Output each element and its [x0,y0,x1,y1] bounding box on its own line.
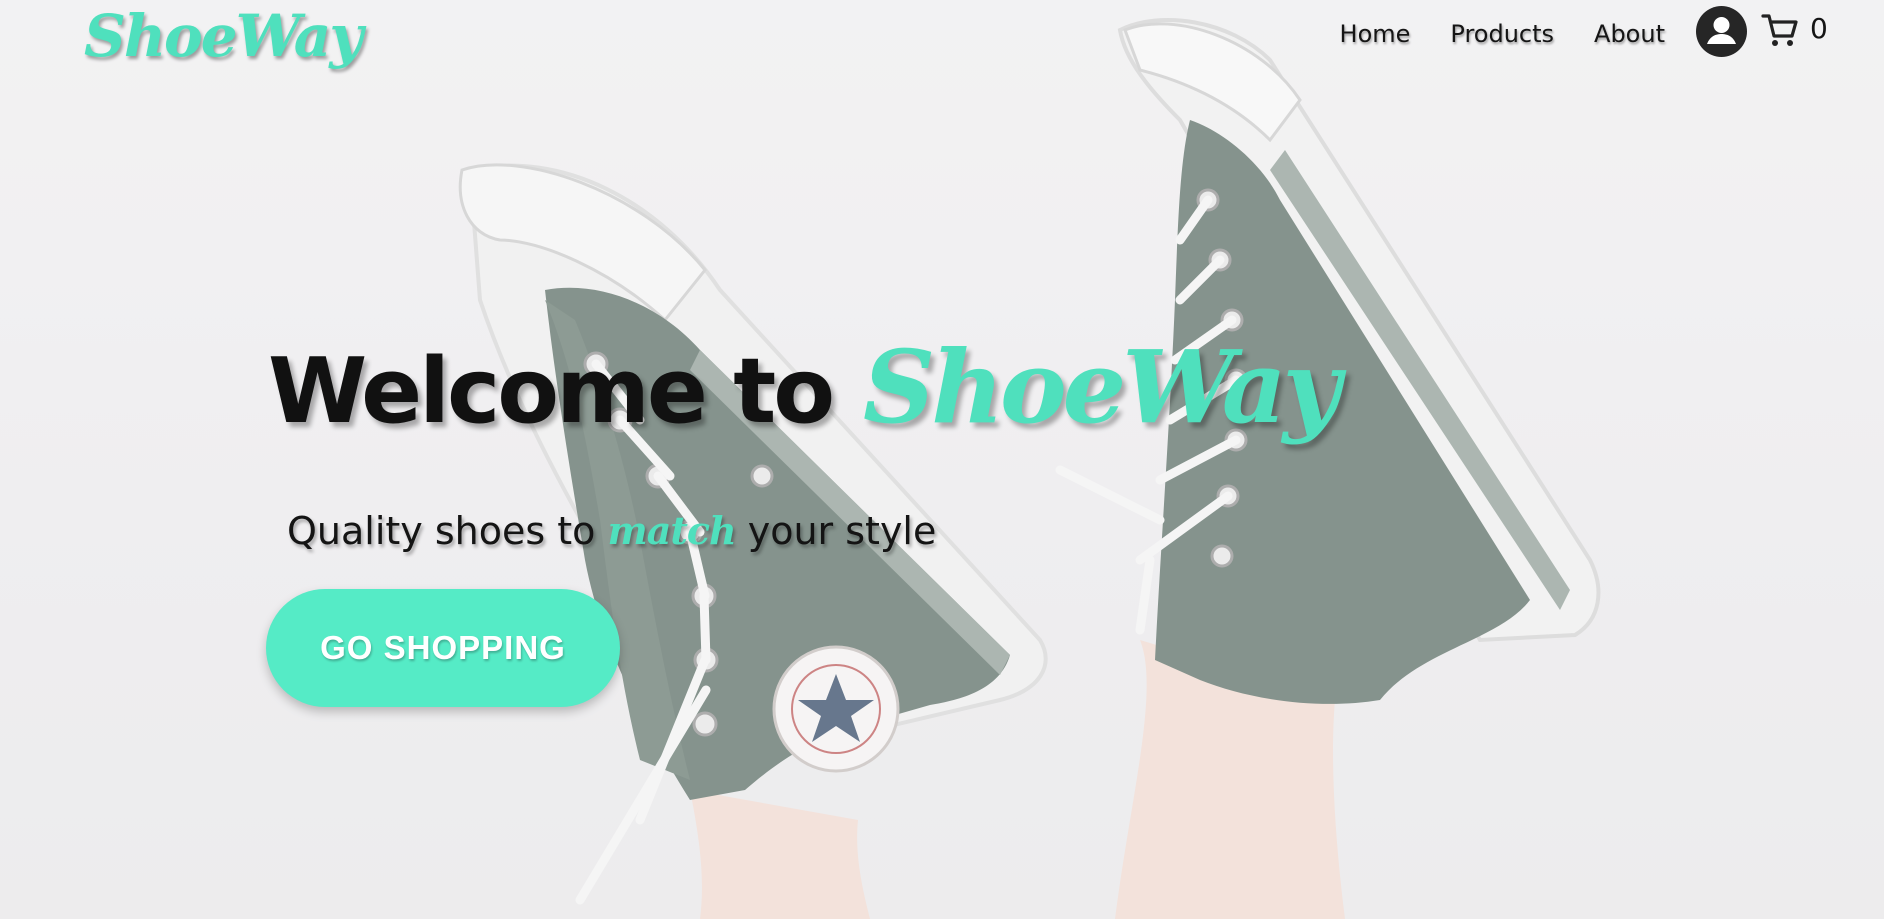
hero-title: Welcome to ShoeWay [268,328,1341,446]
nav-link-home[interactable]: Home [1340,20,1411,48]
account-circle-icon[interactable] [1696,6,1747,57]
person-icon [1707,17,1736,44]
hero-sneakers-image [0,0,1884,919]
shopping-cart-icon[interactable] [1760,10,1800,50]
tagline-text-start: Quality shoes to [287,509,608,553]
hero-title-brand: ShoeWay [863,328,1341,446]
site-header: ShoeWay Home Products About 0 [0,0,1884,70]
tagline-text-end: your style [735,509,937,553]
hero-tagline: Quality shoes to match your style [287,508,936,553]
main-nav: Home Products About [1340,20,1665,48]
logo[interactable]: ShoeWay [84,2,363,70]
nav-link-about[interactable]: About [1594,20,1665,48]
nav-link-products[interactable]: Products [1450,20,1554,48]
landing-page: ShoeWay Home Products About 0 Welcome to… [0,0,1884,919]
go-shopping-button[interactable]: GO SHOPPING [266,589,620,707]
cart-count-badge: 0 [1810,12,1828,45]
hero-title-lead: Welcome to [268,339,835,444]
tagline-accent-word: match [607,508,736,553]
